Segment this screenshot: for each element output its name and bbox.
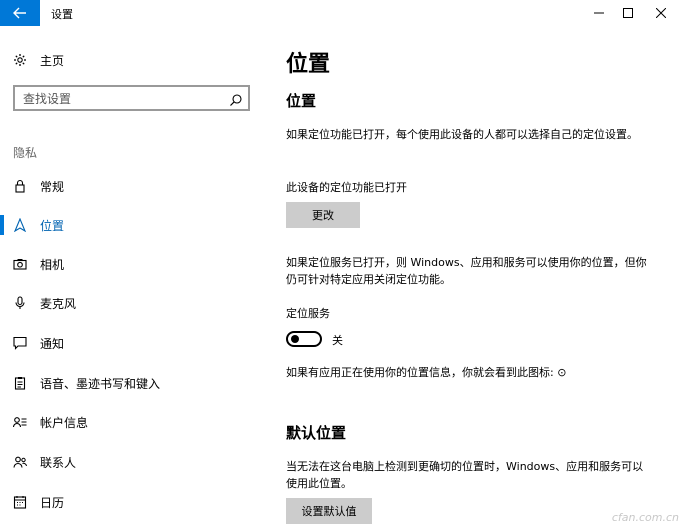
sidebar-item-label: 常规 — [40, 179, 65, 194]
sidebar-item-label: 语音、墨迹书写和键入 — [40, 376, 161, 391]
device-location-status: 此设备的定位功能已打开 — [286, 181, 407, 194]
notification-icon — [13, 336, 27, 350]
back-arrow-icon — [13, 7, 26, 19]
clipboard-icon — [13, 376, 27, 390]
sidebar-item-contacts[interactable]: 联系人 — [0, 446, 260, 478]
minimize-icon — [594, 12, 604, 14]
maximize-button[interactable] — [611, 0, 645, 26]
toggle-state-label: 关 — [332, 334, 343, 347]
sidebar-item-label: 联系人 — [40, 455, 77, 470]
change-button[interactable]: 更改 — [286, 202, 360, 228]
sidebar-item-calendar[interactable]: 日历 — [0, 486, 260, 518]
home-label: 主页 — [40, 53, 65, 68]
set-default-button[interactable]: 设置默认值 — [286, 498, 372, 524]
watermark: cfan.com.cn — [611, 511, 679, 524]
sidebar-item-speech-inking-typing[interactable]: 语音、墨迹书写和键入 — [0, 367, 260, 399]
section-title-location: 位置 — [286, 92, 317, 110]
window-title: 设置 — [51, 8, 73, 21]
sidebar-item-notifications[interactable]: 通知 — [0, 327, 260, 359]
maximize-icon — [623, 8, 633, 18]
location-service-label: 定位服务 — [286, 307, 330, 320]
location-icon — [13, 218, 27, 232]
sidebar-item-label: 通知 — [40, 336, 65, 351]
location-service-toggle[interactable] — [286, 331, 322, 347]
sidebar-item-label: 日历 — [40, 495, 65, 510]
sidebar-item-account-info[interactable]: 帐户信息 — [0, 406, 260, 438]
back-button[interactable] — [0, 0, 40, 26]
title-bar: 设置 — [0, 0, 685, 26]
section-title-default-location: 默认位置 — [286, 424, 347, 442]
sidebar-item-general[interactable]: 常规 — [0, 170, 260, 202]
sidebar-item-label: 位置 — [40, 218, 65, 233]
microphone-icon — [13, 296, 27, 310]
lock-icon — [13, 179, 27, 193]
search-input[interactable] — [23, 91, 223, 106]
sidebar-item-microphone[interactable]: 麦克风 — [0, 287, 260, 319]
search-icon[interactable] — [229, 92, 243, 106]
gear-icon — [13, 53, 27, 67]
sidebar-item-label: 帐户信息 — [40, 415, 89, 430]
main-content: 位置 位置 如果定位功能已打开，每个使用此设备的人都可以选择自己的定位设置。 此… — [260, 26, 685, 528]
sidebar-item-home[interactable]: 主页 — [0, 46, 260, 74]
section-heading-privacy: 隐私 — [13, 146, 38, 160]
default-location-description: 当无法在这台电脑上检测到更确切的位置时，Windows、应用和服务可以使用此位置… — [286, 460, 644, 490]
calendar-icon — [13, 495, 27, 509]
location-description: 如果定位功能已打开，每个使用此设备的人都可以选择自己的定位设置。 — [286, 128, 638, 141]
toggle-knob — [291, 335, 299, 343]
sidebar: 主页 隐私 常规 位置 — [0, 26, 260, 528]
camera-icon — [13, 257, 27, 271]
close-icon — [656, 8, 666, 18]
sidebar-item-camera[interactable]: 相机 — [0, 248, 260, 280]
sidebar-item-label: 相机 — [40, 257, 65, 272]
active-indicator — [0, 215, 4, 235]
search-box[interactable] — [13, 85, 250, 111]
sidebar-item-label: 麦克风 — [40, 296, 77, 311]
contacts-icon — [13, 455, 27, 469]
account-info-icon — [13, 415, 27, 429]
location-service-description: 如果定位服务已打开，则 Windows、应用和服务可以使用你的位置，但你仍可针对… — [286, 256, 647, 286]
page-title: 位置 — [286, 52, 331, 77]
location-in-use-notice: 如果有应用正在使用你的位置信息，你就会看到此图标: ⊙ — [286, 366, 567, 379]
close-button[interactable] — [644, 0, 678, 26]
sidebar-item-location[interactable]: 位置 — [0, 209, 260, 241]
